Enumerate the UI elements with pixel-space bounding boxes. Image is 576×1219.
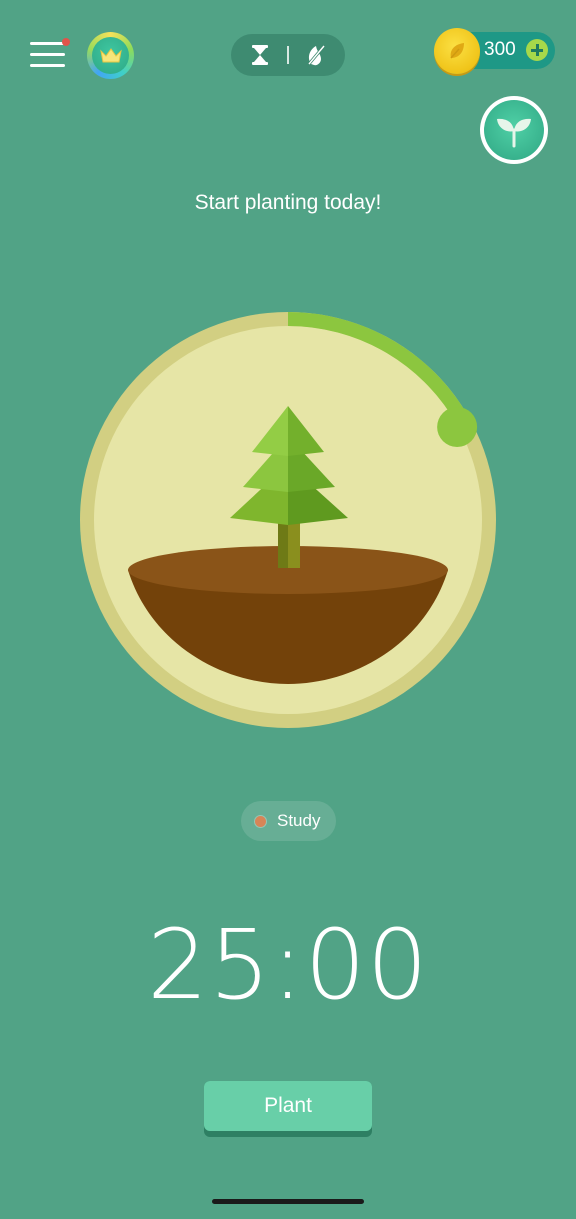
plant-button[interactable]: Plant [204, 1081, 372, 1137]
home-indicator [212, 1199, 364, 1204]
no-phone-icon [307, 45, 326, 66]
menu-icon [30, 42, 65, 45]
hourglass-icon [252, 45, 268, 65]
deep-focus-button[interactable] [303, 42, 329, 68]
plant-species-button[interactable] [480, 96, 548, 164]
timer-display[interactable]: 25:00 [88, 905, 488, 1025]
mode-toggle [231, 34, 345, 76]
sprout-icon [497, 118, 531, 148]
tagline: Start planting today! [194, 191, 382, 214]
coin-icon [434, 28, 480, 74]
premium-button[interactable] [87, 32, 134, 79]
tag-color-dot [255, 816, 266, 827]
tag-label: Study [277, 811, 321, 830]
growth-circle [80, 312, 496, 728]
progress-handle[interactable] [437, 407, 478, 448]
coin-count: 300 [484, 39, 516, 60]
crown-icon [99, 47, 122, 62]
tag-selector[interactable]: Study [241, 801, 336, 841]
notification-dot [62, 38, 70, 46]
mode-separator [287, 46, 289, 64]
plant-button-label: Plant [204, 1081, 372, 1131]
timer-mode-button[interactable] [248, 43, 272, 67]
menu-button[interactable] [28, 38, 70, 72]
add-coins-button[interactable] [526, 39, 548, 61]
